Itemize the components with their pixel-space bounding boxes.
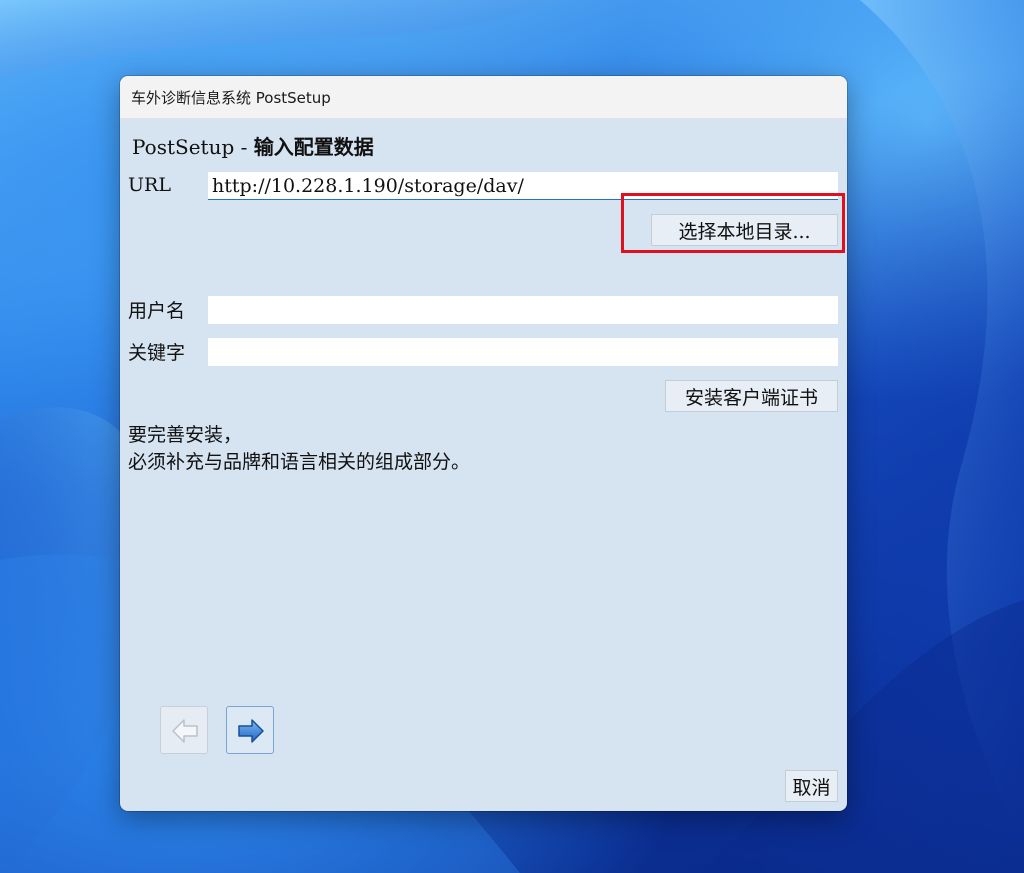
window-title: 车外诊断信息系统 PostSetup (131, 89, 331, 107)
info-line-1: 要完善安装， (128, 424, 243, 446)
cancel-button[interactable]: 取消 (785, 770, 838, 802)
install-client-certificate-button[interactable]: 安装客户端证书 (665, 380, 838, 412)
choose-local-directory-button[interactable]: 选择本地目录... (651, 214, 838, 246)
username-label: 用户名 (128, 300, 186, 322)
info-line-2: 必须补充与品牌和语言相关的组成部分。 (128, 451, 471, 473)
password-input[interactable] (208, 338, 838, 366)
heading-bold-text: 输入配置数据 (253, 135, 374, 159)
password-label: 关键字 (128, 342, 186, 364)
arrow-left-icon (172, 719, 198, 743)
next-button[interactable] (226, 706, 274, 754)
heading-prefix: PostSetup - (132, 135, 254, 159)
arrow-right-icon (238, 719, 264, 743)
info-text: 要完善安装， 必须补充与品牌和语言相关的组成部分。 (128, 422, 470, 476)
back-button[interactable] (160, 706, 208, 754)
url-input[interactable] (208, 172, 838, 200)
username-input[interactable] (208, 296, 838, 324)
url-label: URL (128, 174, 171, 196)
page-heading: PostSetup - 输入配置数据 (132, 131, 374, 160)
postsetup-dialog: 车外诊断信息系统 PostSetup PostSetup - 输入配置数据 UR… (120, 76, 847, 811)
title-bar[interactable]: 车外诊断信息系统 PostSetup (120, 76, 847, 119)
